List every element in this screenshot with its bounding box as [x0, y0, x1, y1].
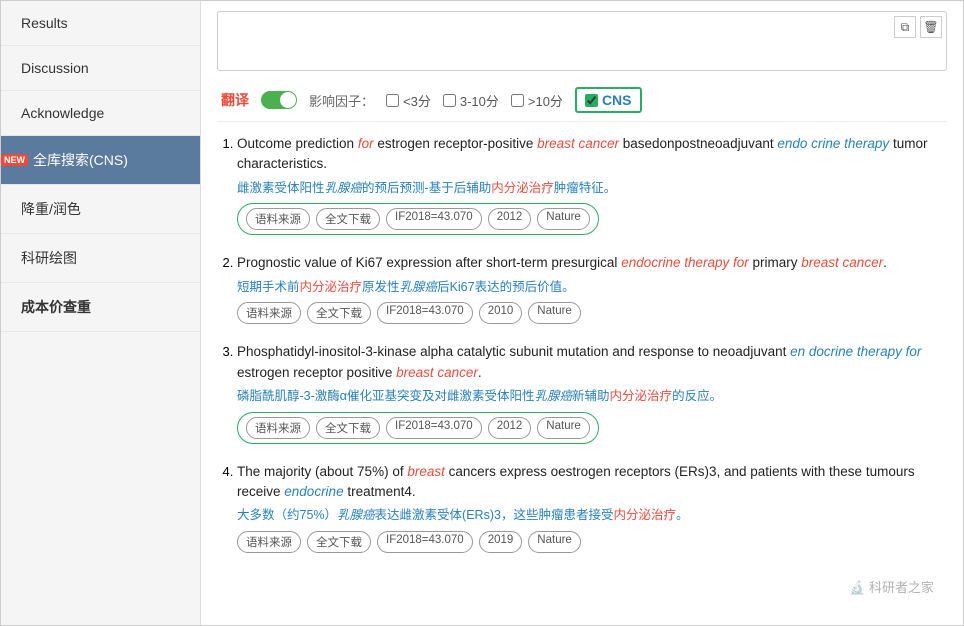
sidebar-item-5[interactable]: 科研绘图: [1, 234, 200, 283]
sidebar-item-label-5: 科研绘图: [21, 250, 77, 266]
translate-toggle[interactable]: [261, 91, 297, 109]
copy-icon[interactable]: ⧉: [894, 16, 916, 38]
sidebar-item-6[interactable]: 成本价查重: [1, 283, 200, 332]
result-translation-4: 大多数（约75%）乳腺癌表达雌激素受体(ERs)3，这些肿瘤患者接受内分泌治疗。: [237, 506, 947, 525]
filter-gt10[interactable]: >10分: [511, 91, 563, 110]
tag-2-0[interactable]: 语料来源: [237, 302, 301, 324]
result-title-1: Outcome prediction for estrogen receptor…: [237, 134, 947, 175]
tag-3-2[interactable]: IF2018=43.070: [386, 417, 482, 439]
tag-4-4[interactable]: Nature: [528, 531, 581, 553]
tag-1-4[interactable]: Nature: [537, 208, 590, 230]
cns-filter[interactable]: CNS: [575, 87, 642, 113]
result-translation-3: 磷脂酰肌醇-3-激酶α催化亚基突变及对雌激素受体阳性乳腺癌新辅助内分泌治疗的反应…: [237, 387, 947, 406]
sidebar-item-label-1: Discussion: [21, 60, 89, 76]
tag-1-3[interactable]: 2012: [488, 208, 532, 230]
tag-3-0[interactable]: 语料来源: [246, 417, 310, 439]
sidebar-item-1[interactable]: Discussion: [1, 46, 200, 91]
tag-1-1[interactable]: 全文下载: [316, 208, 380, 230]
filter-range[interactable]: 3-10分: [443, 91, 499, 110]
tag-3-1[interactable]: 全文下载: [316, 417, 380, 439]
result-title-3: Phosphatidyl-inositol-3-kinase alpha cat…: [237, 342, 947, 383]
result-item-4: The majority (about 75%) of breast cance…: [237, 462, 947, 553]
tag-4-0[interactable]: 语料来源: [237, 531, 301, 553]
result-item-2: Prognostic value of Ki67 expression afte…: [237, 253, 947, 324]
tag-4-2[interactable]: IF2018=43.070: [377, 531, 473, 553]
app-window: Results Discussion Acknowledge NEW 全库搜索(CNS)…: [0, 0, 964, 626]
top-textarea[interactable]: ⧉ 🗑: [217, 11, 947, 71]
cns-label: CNS: [602, 92, 632, 108]
sidebar-item-0[interactable]: Results: [1, 1, 200, 46]
top-toolbar: ⧉ 🗑: [894, 16, 942, 38]
result-item-3: Phosphatidyl-inositol-3-kinase alpha cat…: [237, 342, 947, 443]
result-tags-4: 语料来源全文下载 IF2018=43.070 2019Nature: [237, 531, 947, 553]
filter-lt3[interactable]: <3分: [386, 91, 431, 110]
new-badge: NEW: [1, 154, 28, 166]
delete-icon[interactable]: 🗑: [920, 16, 942, 38]
toggle-track: [261, 91, 297, 109]
tag-3-4[interactable]: Nature: [537, 417, 590, 439]
tag-3-3[interactable]: 2012: [488, 417, 532, 439]
sidebar-item-3[interactable]: NEW 全库搜索(CNS): [1, 136, 200, 185]
result-tags-1: 语料来源全文下载 IF2018=43.070 2012Nature: [237, 203, 599, 235]
filter-bar: 翻译 影响因子： <3分 3-10分 >10分 CNS: [217, 79, 947, 122]
sidebar-item-4[interactable]: 降重/润色: [1, 185, 200, 234]
lt3-checkbox[interactable]: [386, 94, 399, 107]
sidebar-item-label-2: Acknowledge: [21, 105, 104, 121]
result-item-1: Outcome prediction for estrogen receptor…: [237, 134, 947, 235]
sidebar-item-label-3: 全库搜索(CNS): [33, 152, 128, 168]
translate-label: 翻译: [221, 90, 249, 110]
main-content: ⧉ 🗑 翻译 影响因子： <3分 3-10分 >10分: [201, 1, 963, 625]
gt10-checkbox[interactable]: [511, 94, 524, 107]
tag-4-1[interactable]: 全文下载: [307, 531, 371, 553]
tag-2-2[interactable]: IF2018=43.070: [377, 302, 473, 324]
cns-checkbox[interactable]: [585, 94, 598, 107]
sidebar-item-2[interactable]: Acknowledge: [1, 91, 200, 136]
result-translation-1: 雌激素受体阳性乳腺癌的预后预测-基于后辅助内分泌治疗肿瘤特征。: [237, 179, 947, 198]
result-translation-2: 短期手术前内分泌治疗原发性乳腺癌后Ki67表达的预后价值。: [237, 278, 947, 297]
results-list: Outcome prediction for estrogen receptor…: [217, 134, 947, 553]
impact-label: 影响因子：: [309, 91, 374, 110]
tag-1-2[interactable]: IF2018=43.070: [386, 208, 482, 230]
tag-2-4[interactable]: Nature: [528, 302, 581, 324]
sidebar-item-label-6: 成本价查重: [21, 299, 91, 315]
result-tags-2: 语料来源全文下载 IF2018=43.070 2010Nature: [237, 302, 947, 324]
range-checkbox[interactable]: [443, 94, 456, 107]
tag-2-3[interactable]: 2010: [479, 302, 523, 324]
toggle-thumb: [280, 92, 296, 108]
tag-2-1[interactable]: 全文下载: [307, 302, 371, 324]
result-title-2: Prognostic value of Ki67 expression afte…: [237, 253, 947, 273]
result-tags-3: 语料来源全文下载 IF2018=43.070 2012Nature: [237, 412, 599, 444]
sidebar: Results Discussion Acknowledge NEW 全库搜索(CNS)…: [1, 1, 201, 625]
tag-1-0[interactable]: 语料来源: [246, 208, 310, 230]
result-title-4: The majority (about 75%) of breast cance…: [237, 462, 947, 503]
sidebar-item-label-0: Results: [21, 15, 68, 31]
sidebar-item-label-4: 降重/润色: [21, 201, 81, 217]
tag-4-3[interactable]: 2019: [479, 531, 523, 553]
